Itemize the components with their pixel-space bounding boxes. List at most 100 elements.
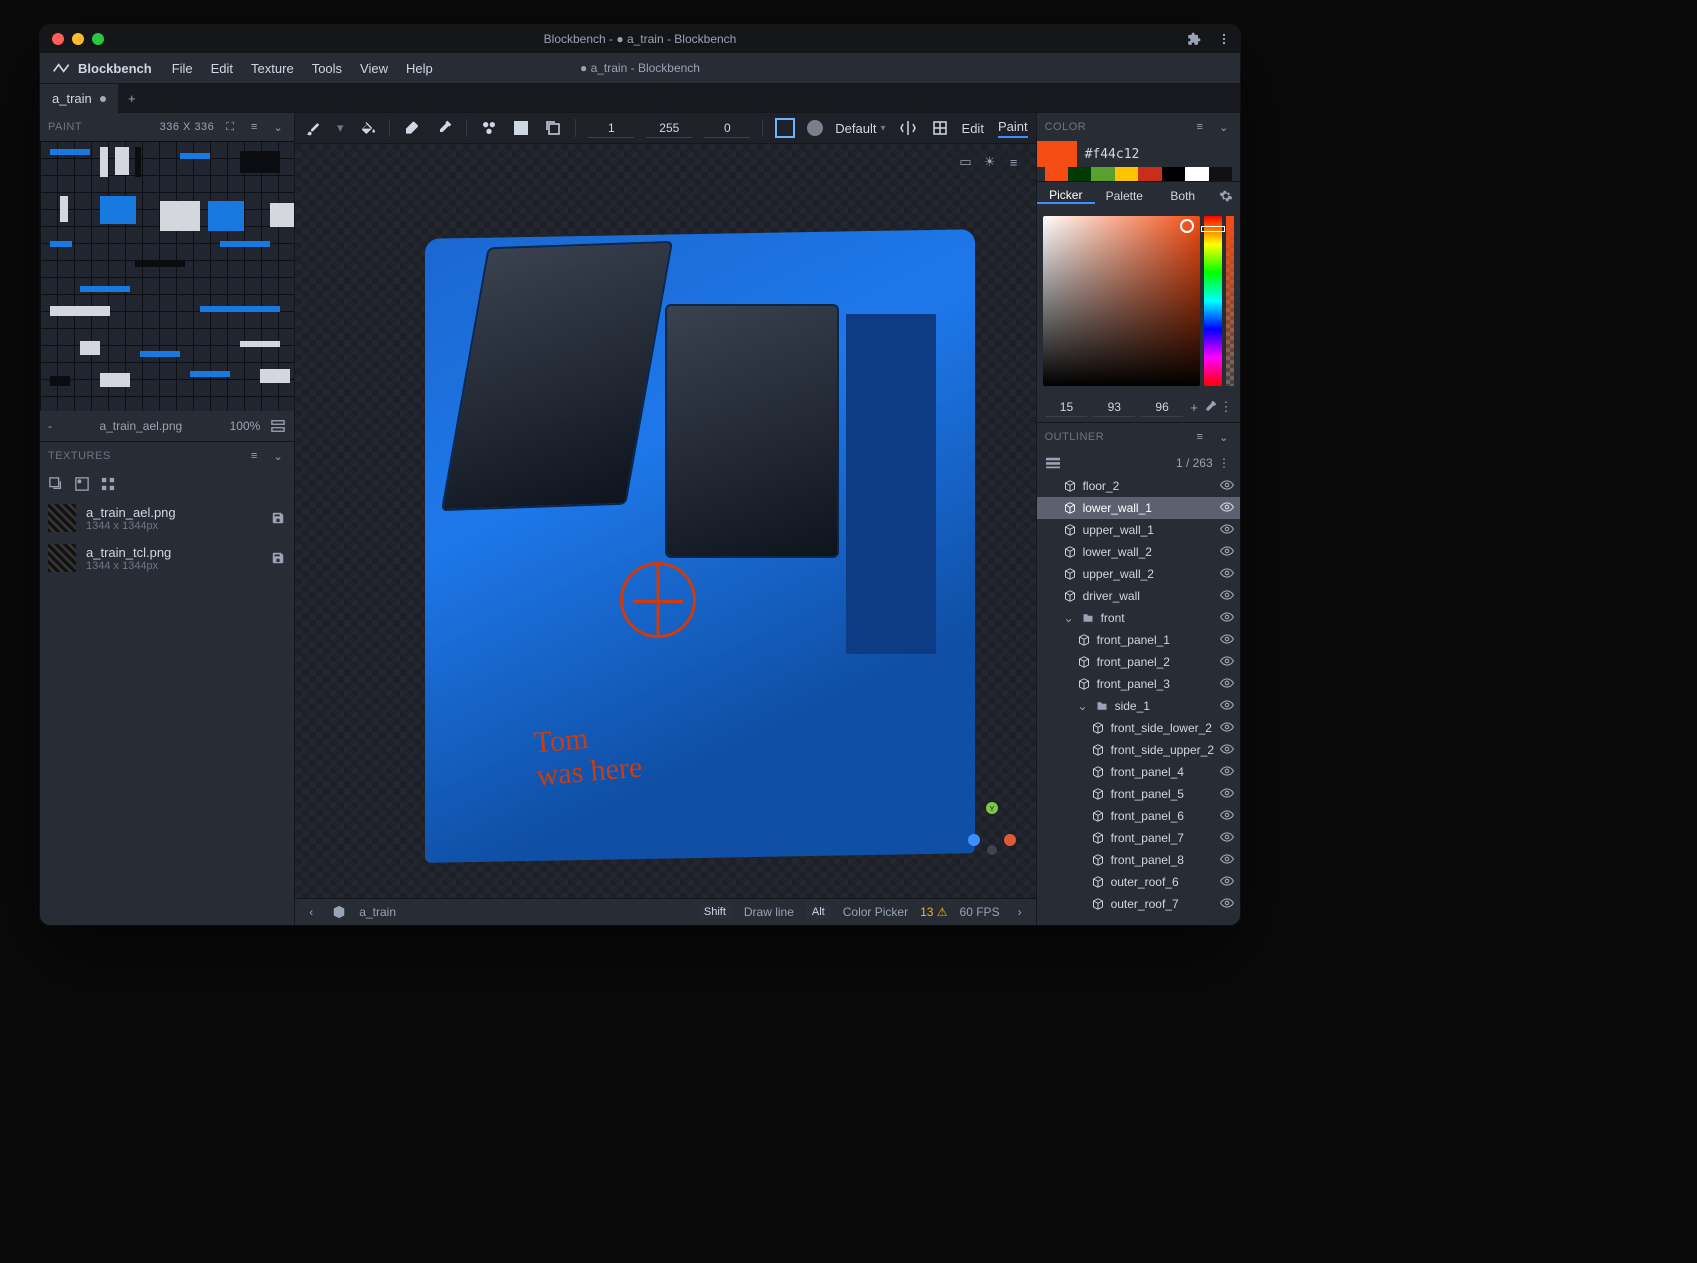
visibility-icon[interactable]: [1220, 544, 1234, 561]
uv-editor[interactable]: [40, 141, 294, 411]
outliner-item[interactable]: front_panel_4: [1037, 761, 1240, 783]
outliner-item[interactable]: front_panel_8: [1037, 849, 1240, 871]
outliner-more-icon[interactable]: ⋮: [1216, 455, 1232, 471]
blend-mode-select[interactable]: Default ▾: [835, 121, 885, 136]
kebab-menu-icon[interactable]: [1216, 31, 1232, 47]
brush-opacity-input[interactable]: 255: [646, 119, 692, 138]
tab-a-train[interactable]: a_train: [40, 84, 118, 113]
alpha-slider[interactable]: [1226, 216, 1234, 386]
texture-item[interactable]: a_train_tcl.png 1344 x 1344px: [40, 538, 294, 578]
color-h-input[interactable]: 15: [1046, 398, 1088, 417]
view-image-icon[interactable]: ▭: [958, 154, 974, 170]
brush-tool-icon[interactable]: [303, 118, 323, 138]
view-sun-icon[interactable]: ☀: [982, 154, 998, 170]
brush-softness-input[interactable]: 0: [704, 119, 750, 138]
add-texture-icon[interactable]: [48, 476, 64, 492]
outliner-item[interactable]: front_side_lower_2: [1037, 717, 1240, 739]
add-color-icon[interactable]: +: [1186, 399, 1202, 415]
fill-tool-icon[interactable]: [357, 118, 377, 138]
color-picker-tool-icon[interactable]: [434, 118, 454, 138]
outliner-item[interactable]: upper_wall_2: [1037, 563, 1240, 585]
minimize-window-button[interactable]: [72, 33, 84, 45]
outliner-folder[interactable]: ⌄ front: [1037, 607, 1240, 629]
import-texture-icon[interactable]: [74, 476, 90, 492]
fullscreen-icon[interactable]: ⛶: [222, 119, 238, 135]
palette-swatch[interactable]: [1068, 167, 1091, 181]
visibility-icon[interactable]: [1220, 896, 1234, 913]
outliner-item[interactable]: front_panel_5: [1037, 783, 1240, 805]
outliner-item[interactable]: driver_wall: [1037, 585, 1240, 607]
chevron-down-icon[interactable]: ⌄: [1216, 429, 1232, 445]
eyedropper-icon[interactable]: [1202, 399, 1218, 415]
outliner-folder[interactable]: ⌄ side_1: [1037, 695, 1240, 717]
visibility-icon[interactable]: [1220, 654, 1234, 671]
color-l-input[interactable]: 96: [1141, 398, 1183, 417]
menu-file[interactable]: File: [172, 61, 193, 76]
shape-tool-icon[interactable]: [479, 118, 499, 138]
visibility-icon[interactable]: [1220, 676, 1234, 693]
square-brush-button[interactable]: [775, 118, 795, 138]
visibility-icon[interactable]: [1220, 808, 1234, 825]
lock-alpha-icon[interactable]: [930, 118, 950, 138]
visibility-icon[interactable]: [1220, 522, 1234, 539]
palette-swatch[interactable]: [1185, 167, 1208, 181]
visibility-icon[interactable]: [1220, 764, 1234, 781]
visibility-icon[interactable]: [1220, 632, 1234, 649]
menu-view[interactable]: View: [360, 61, 388, 76]
status-back-icon[interactable]: ‹: [303, 904, 319, 920]
view-menu-icon[interactable]: ≡: [1006, 154, 1022, 170]
app-brand[interactable]: Blockbench: [40, 61, 164, 76]
panel-menu-icon[interactable]: ≡: [1192, 119, 1208, 135]
brush-dropdown-icon[interactable]: ▾: [335, 118, 345, 138]
visibility-icon[interactable]: [1220, 566, 1234, 583]
chevron-down-icon[interactable]: ⌄: [1063, 611, 1075, 625]
color-tab-both[interactable]: Both: [1154, 189, 1212, 203]
gradient-tool-icon[interactable]: [511, 118, 531, 138]
status-forward-icon[interactable]: ›: [1012, 904, 1028, 920]
mirror-tool-icon[interactable]: [898, 118, 918, 138]
outliner-item[interactable]: front_side_upper_2: [1037, 739, 1240, 761]
texture-item[interactable]: a_train_ael.png 1344 x 1344px: [40, 498, 294, 538]
grid-texture-icon[interactable]: [100, 476, 116, 492]
outliner-item[interactable]: front_panel_3: [1037, 673, 1240, 695]
menu-tools[interactable]: Tools: [312, 61, 342, 76]
copy-tool-icon[interactable]: [543, 118, 563, 138]
visibility-icon[interactable]: [1220, 786, 1234, 803]
maximize-window-button[interactable]: [92, 33, 104, 45]
extension-icon[interactable]: [1186, 31, 1202, 47]
mode-edit[interactable]: Edit: [962, 121, 984, 136]
hue-slider[interactable]: [1204, 216, 1222, 386]
color-tab-palette[interactable]: Palette: [1095, 189, 1153, 203]
palette-swatch[interactable]: [1162, 167, 1185, 181]
current-color-swatch[interactable]: [1037, 141, 1077, 167]
chevron-down-icon[interactable]: ⌄: [1077, 699, 1089, 713]
color-hex-value[interactable]: #f44c12: [1077, 147, 1148, 162]
eraser-tool-icon[interactable]: [402, 118, 422, 138]
orientation-gizmo[interactable]: Y: [962, 798, 1022, 858]
outliner-item[interactable]: outer_roof_6: [1037, 871, 1240, 893]
outliner-item[interactable]: lower_wall_1: [1037, 497, 1240, 519]
outliner-item[interactable]: front_panel_1: [1037, 629, 1240, 651]
outliner-item[interactable]: front_panel_6: [1037, 805, 1240, 827]
outliner-item[interactable]: front_panel_7: [1037, 827, 1240, 849]
panel-menu-icon[interactable]: ≡: [246, 448, 262, 464]
chevron-down-icon[interactable]: ⌄: [1216, 119, 1232, 135]
gear-icon[interactable]: [1212, 188, 1240, 204]
mode-paint[interactable]: Paint: [998, 119, 1028, 138]
save-icon[interactable]: [270, 510, 286, 526]
3d-viewport[interactable]: ▭ ☀ ≡ Tom was here: [295, 144, 1035, 898]
palette-swatch[interactable]: [1138, 167, 1161, 181]
visibility-icon[interactable]: [1220, 742, 1234, 759]
visibility-icon[interactable]: [1220, 830, 1234, 847]
panel-menu-icon[interactable]: ≡: [246, 119, 262, 135]
panel-menu-icon[interactable]: ≡: [1192, 429, 1208, 445]
palette-swatch[interactable]: [1115, 167, 1138, 181]
visibility-icon[interactable]: [1220, 588, 1234, 605]
outliner-root-icon[interactable]: [1045, 455, 1061, 471]
uv-layout-icon[interactable]: [270, 418, 286, 434]
outliner-item[interactable]: lower_wall_2: [1037, 541, 1240, 563]
color-s-input[interactable]: 93: [1093, 398, 1135, 417]
visibility-icon[interactable]: [1220, 500, 1234, 517]
close-window-button[interactable]: [52, 33, 64, 45]
visibility-icon[interactable]: [1220, 852, 1234, 869]
